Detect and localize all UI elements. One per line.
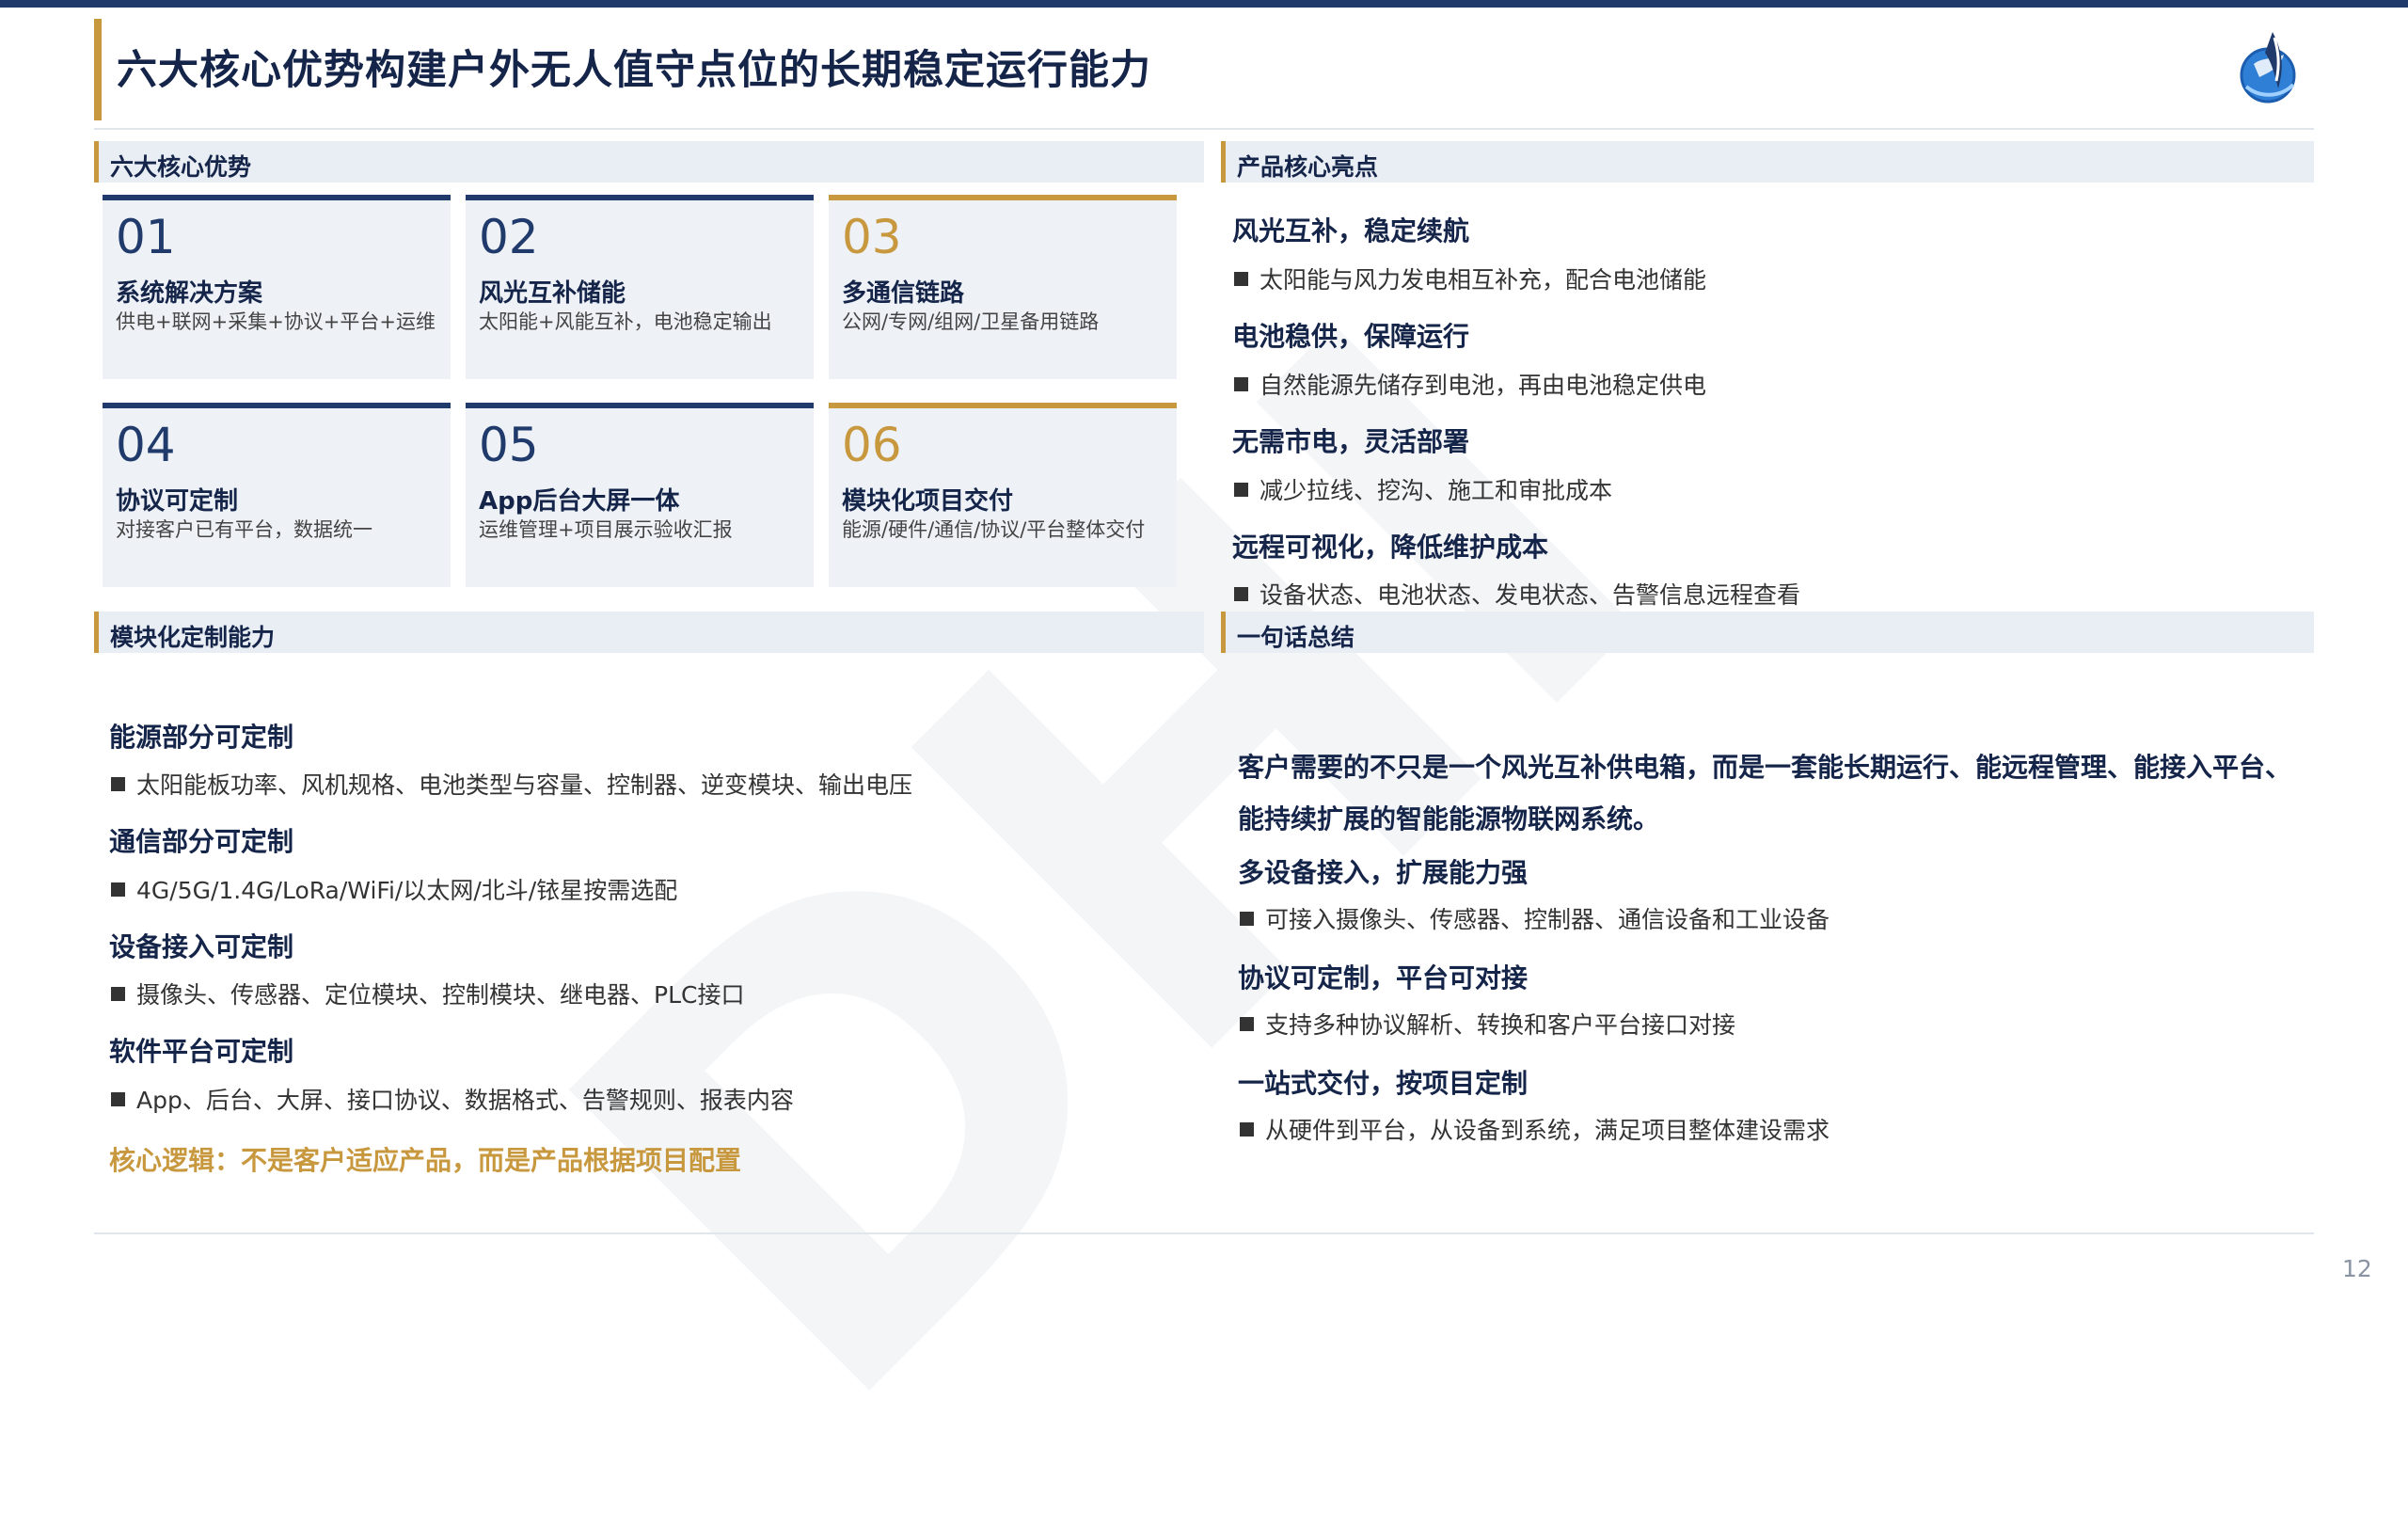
footer-divider [94, 1232, 2314, 1234]
summary-item-text-value: 可接入摄像头、传感器、控制器、通信设备和工业设备 [1265, 906, 1830, 933]
core-logic: 核心逻辑：不是客户适应产品，而是产品根据项目配置 [109, 1145, 742, 1176]
custom-title: 通信部分可定制 [109, 826, 294, 857]
card-title: App后台大屏一体 [479, 487, 680, 516]
highlight-title: 无需市电，灵活部署 [1232, 426, 1470, 457]
advantage-card: 01 系统解决方案 供电+联网+采集+协议+平台+运维 [103, 195, 451, 379]
custom-text: 太阳能板功率、风机规格、电池类型与容量、控制器、逆变模块、输出电压 [111, 767, 912, 801]
highlight-title: 远程可视化，降低维护成本 [1232, 532, 1549, 563]
advantage-card: 03 多通信链路 公网/专网/组网/卫星备用链路 [829, 195, 1177, 379]
summary-item-title: 协议可定制，平台可对接 [1238, 962, 1529, 993]
card-desc: 对接客户已有平台，数据统一 [116, 518, 372, 541]
section-custom-label: 模块化定制能力 [110, 624, 276, 651]
custom-title: 软件平台可定制 [109, 1036, 294, 1067]
section-summary-label: 一句话总结 [1237, 624, 1355, 651]
bullet-square-icon [111, 987, 125, 1001]
highlight-text: 设备状态、电池状态、发电状态、告警信息远程查看 [1234, 577, 1800, 611]
card-number: 04 [116, 418, 176, 472]
summary-item-text: 支持多种协议解析、转换和客户平台接口对接 [1240, 1007, 1735, 1041]
card-number: 02 [479, 210, 539, 264]
custom-text-value: 太阳能板功率、风机规格、电池类型与容量、控制器、逆变模块、输出电压 [136, 771, 913, 799]
highlight-text-value: 设备状态、电池状态、发电状态、告警信息远程查看 [1259, 581, 1801, 609]
bullet-square-icon [111, 882, 125, 897]
card-number: 05 [479, 418, 539, 472]
bullet-square-icon [1234, 587, 1248, 601]
custom-title: 能源部分可定制 [109, 722, 294, 753]
page-title: 六大核心优势构建户外无人值守点位的长期稳定运行能力 [117, 47, 1151, 94]
highlight-text: 自然能源先储存到电池，再由电池稳定供电 [1234, 367, 1706, 401]
summary-item-title: 多设备接入，扩展能力强 [1238, 857, 1529, 888]
custom-text: 4G/5G/1.4G/LoRa/WiFi/以太网/北斗/铱星按需选配 [111, 872, 677, 906]
custom-title: 设备接入可定制 [109, 931, 294, 962]
highlight-text: 减少拉线、挖沟、施工和审批成本 [1234, 472, 1612, 506]
bullet-square-icon [111, 1092, 125, 1106]
summary-statement: 客户需要的不只是一个风光互补供电箱，而是一套能长期运行、能远程管理、能接入平台、… [1238, 752, 2292, 835]
custom-text-value: 摄像头、传感器、定位模块、控制模块、继电器、PLC接口 [136, 981, 745, 1009]
summary-item-text-value: 支持多种协议解析、转换和客户平台接口对接 [1265, 1011, 1736, 1039]
custom-text: 摄像头、传感器、定位模块、控制模块、继电器、PLC接口 [111, 977, 744, 1010]
page-number: 12 [2342, 1255, 2372, 1282]
advantage-card: 04 协议可定制 对接客户已有平台，数据统一 [103, 403, 451, 587]
card-desc: 太阳能+风能互补，电池稳定输出 [479, 310, 772, 333]
summary-item-text-value: 从硬件到平台，从设备到系统，满足项目整体建设需求 [1265, 1117, 1830, 1144]
bullet-square-icon [1240, 912, 1254, 926]
bullet-square-icon [111, 777, 125, 791]
highlight-text: 太阳能与风力发电相互补充，配合电池储能 [1234, 262, 1706, 295]
custom-text-value: App、后台、大屏、接口协议、数据格式、告警规则、报表内容 [136, 1087, 794, 1114]
card-title: 协议可定制 [116, 487, 239, 516]
bullet-square-icon [1234, 377, 1248, 391]
section-custom: 模块化定制能力 [94, 612, 1204, 653]
advantage-card: 02 风光互补储能 太阳能+风能互补，电池稳定输出 [466, 195, 814, 379]
custom-text-value: 4G/5G/1.4G/LoRa/WiFi/以太网/北斗/铱星按需选配 [136, 877, 678, 904]
section-highlights-label: 产品核心亮点 [1237, 153, 1379, 181]
highlight-text-value: 太阳能与风力发电相互补充，配合电池储能 [1259, 266, 1707, 294]
card-title: 风光互补储能 [479, 279, 626, 308]
card-desc: 运维管理+项目展示验收汇报 [479, 518, 733, 541]
bullet-square-icon [1240, 1122, 1254, 1137]
card-number: 06 [842, 418, 902, 472]
section-summary: 一句话总结 [1221, 612, 2314, 653]
bullet-square-icon [1234, 483, 1248, 497]
section-advantages: 六大核心优势 [94, 141, 1204, 183]
highlight-text-value: 自然能源先储存到电池，再由电池稳定供电 [1259, 372, 1707, 399]
custom-text: App、后台、大屏、接口协议、数据格式、告警规则、报表内容 [111, 1082, 794, 1116]
highlight-text-value: 减少拉线、挖沟、施工和审批成本 [1259, 477, 1613, 504]
highlight-title: 风光互补，稳定续航 [1232, 215, 1470, 246]
card-title: 多通信链路 [842, 279, 965, 308]
summary-item-title: 一站式交付，按项目定制 [1238, 1068, 1529, 1099]
highlight-title: 电池稳供，保障运行 [1232, 321, 1470, 352]
section-advantages-label: 六大核心优势 [110, 153, 252, 181]
card-title: 系统解决方案 [116, 279, 263, 308]
title-accent [94, 19, 102, 120]
section-highlights: 产品核心亮点 [1221, 141, 2314, 183]
card-number: 03 [842, 210, 902, 264]
top-bar [0, 0, 2408, 8]
title-divider [94, 128, 2314, 130]
bullet-square-icon [1234, 272, 1248, 286]
card-desc: 能源/硬件/通信/协议/平台整体交付 [842, 518, 1146, 541]
card-desc: 供电+联网+采集+协议+平台+运维 [116, 310, 436, 333]
summary-item-text: 从硬件到平台，从设备到系统，满足项目整体建设需求 [1240, 1112, 1830, 1146]
bullet-square-icon [1240, 1017, 1254, 1031]
card-desc: 公网/专网/组网/卫星备用链路 [842, 310, 1100, 333]
advantage-card: 06 模块化项目交付 能源/硬件/通信/协议/平台整体交付 [829, 403, 1177, 587]
company-logo-icon [2240, 32, 2296, 103]
advantage-card: 05 App后台大屏一体 运维管理+项目展示验收汇报 [466, 403, 814, 587]
summary-item-text: 可接入摄像头、传感器、控制器、通信设备和工业设备 [1240, 901, 1830, 935]
card-title: 模块化项目交付 [842, 487, 1014, 516]
card-number: 01 [116, 210, 176, 264]
